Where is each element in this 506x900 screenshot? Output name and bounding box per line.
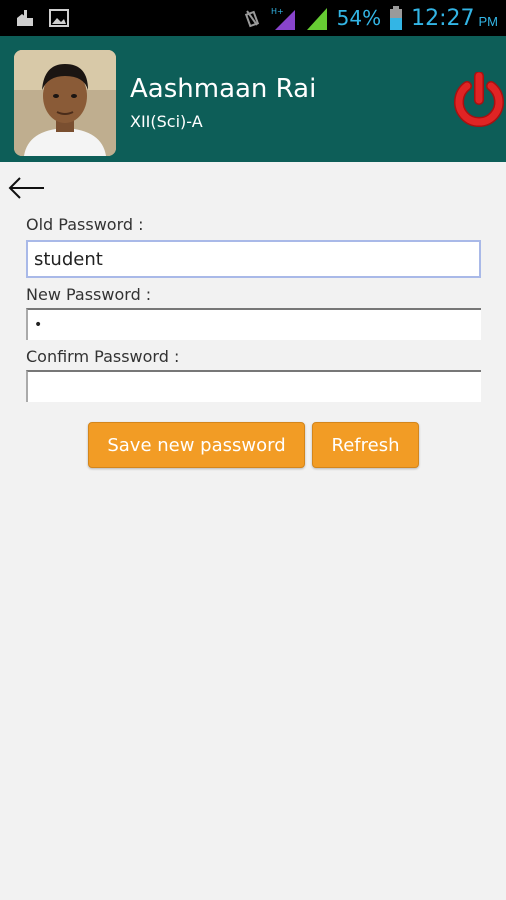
new-password-field[interactable]: • <box>26 308 481 340</box>
battery-percent: 54% <box>336 6 382 30</box>
avatar <box>14 50 116 156</box>
change-password-form: Old Password : student New Password : • … <box>26 214 481 402</box>
clock-time: 12:27 <box>411 5 475 31</box>
new-password-label: New Password : <box>26 285 152 304</box>
new-password-value: • <box>34 317 43 333</box>
old-password-value: student <box>34 248 103 270</box>
cleaner-icon <box>17 10 33 26</box>
back-arrow-icon[interactable] <box>6 172 46 204</box>
battery-icon <box>390 6 403 30</box>
user-class: XII(Sci)-A <box>130 112 203 131</box>
signal-icon <box>306 8 327 30</box>
old-password-field[interactable]: student <box>26 240 481 278</box>
signal-hplus-icon: H+ <box>271 7 295 30</box>
save-new-password-button[interactable]: Save new password <box>88 422 305 468</box>
old-password-label: Old Password : <box>26 215 144 234</box>
profile-header: Aashmaan Rai XII(Sci)-A <box>0 36 506 162</box>
confirm-password-field[interactable] <box>26 370 481 402</box>
image-icon <box>49 9 69 27</box>
status-bar: H+ 54% 12:27 PM <box>0 0 506 36</box>
clock-ampm: PM <box>478 13 499 29</box>
refresh-button[interactable]: Refresh <box>312 422 419 468</box>
user-name: Aashmaan Rai <box>130 74 317 104</box>
confirm-password-label: Confirm Password : <box>26 347 180 366</box>
vibrate-icon <box>244 10 259 28</box>
power-icon[interactable] <box>450 72 506 130</box>
svg-text:H+: H+ <box>271 7 284 16</box>
